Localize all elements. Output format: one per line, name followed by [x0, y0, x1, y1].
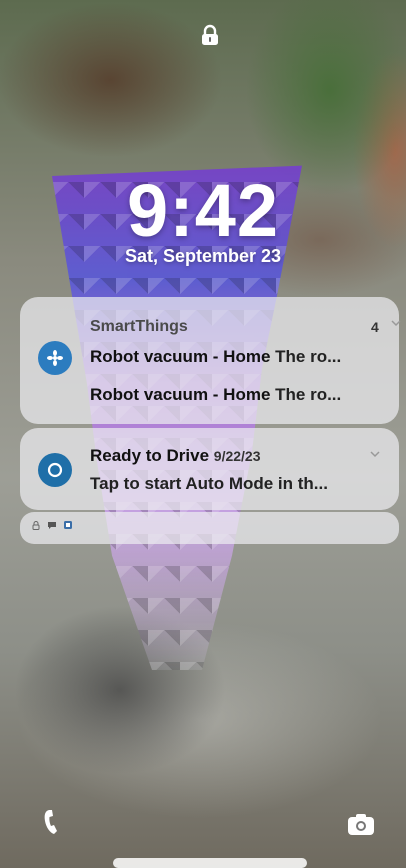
- smartthings-notification[interactable]: SmartThings 4 Robot vacuum - Home The ro…: [20, 297, 402, 424]
- lock-icon[interactable]: [199, 24, 221, 46]
- phone-icon[interactable]: [38, 806, 70, 838]
- app-name: SmartThings: [90, 318, 188, 335]
- notification-title-row: Ready to Drive 9/22/23: [90, 446, 390, 466]
- notification-title: Robot vacuum - Home: [90, 347, 271, 366]
- clock-time: 9:42: [126, 169, 280, 252]
- notification-body: The ro...: [275, 347, 342, 366]
- notification-item[interactable]: Robot vacuum - Home The ro...: [90, 385, 390, 405]
- ready-to-drive-icon: [38, 453, 72, 487]
- notification-date: 9/22/23: [213, 448, 261, 464]
- notification-item[interactable]: Robot vacuum - Home The ro...: [90, 347, 390, 367]
- clock-date: Sat, September 23: [124, 246, 282, 266]
- notification-body: Tap to start Auto Mode in th...: [90, 474, 328, 493]
- lock-icon: [32, 521, 40, 530]
- app-icon: [64, 521, 72, 529]
- notification-icons-bar[interactable]: [20, 512, 399, 544]
- chevron-down-icon[interactable]: [369, 448, 381, 462]
- ready-to-drive-notification[interactable]: Ready to Drive 9/22/23 Tap to start Auto…: [20, 428, 399, 510]
- notification-title: Robot vacuum - Home: [90, 385, 271, 404]
- smartthings-icon: [38, 341, 72, 375]
- camera-icon[interactable]: [345, 808, 377, 840]
- chat-icon: [48, 522, 56, 529]
- notification-title: Ready to Drive: [90, 446, 210, 465]
- chevron-down-icon[interactable]: [390, 317, 402, 331]
- home-indicator[interactable]: [113, 858, 307, 868]
- notification-count: 4: [371, 319, 379, 335]
- notification-body: The ro...: [275, 385, 342, 404]
- notification-icons: [31, 520, 73, 530]
